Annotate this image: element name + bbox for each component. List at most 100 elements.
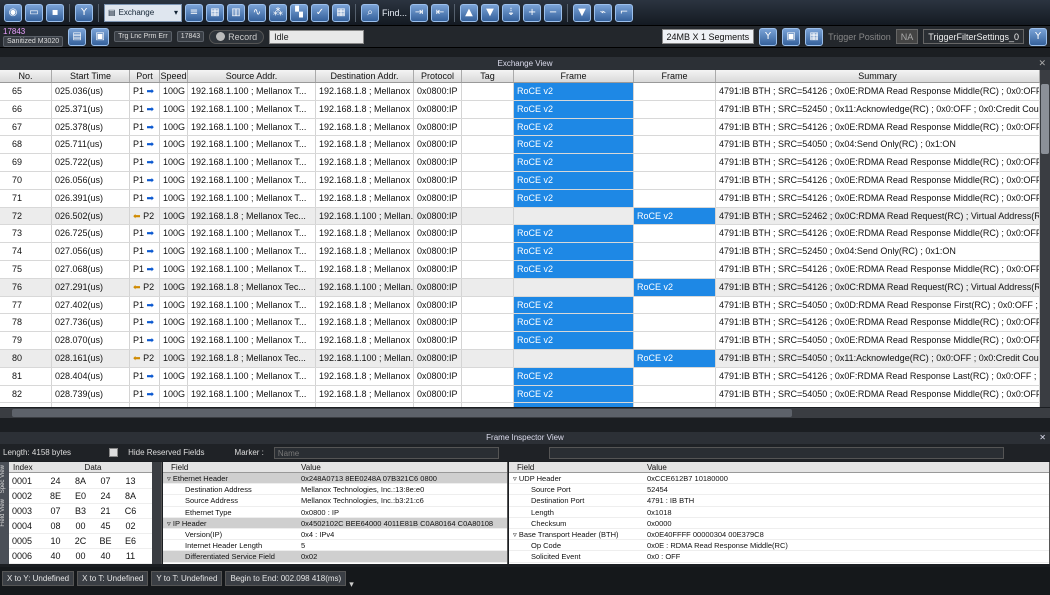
hex-byte[interactable]: 10 xyxy=(43,534,68,548)
field-row[interactable]: Destination Address Mellanox Technologies… xyxy=(163,484,507,496)
column-header[interactable]: Summary xyxy=(716,70,1040,82)
column-header[interactable]: Port xyxy=(130,70,160,82)
field-row[interactable]: ▿ Base Transport Header (BTH) 0x0E40FFFF … xyxy=(509,529,1049,541)
field-row[interactable]: Op Code 0x0E : RDMA Read Response Middle(… xyxy=(509,540,1049,552)
find-next-icon[interactable]: ⇥ xyxy=(410,3,429,22)
trigger-position-field[interactable]: NA xyxy=(895,29,919,44)
exchange-vertical-scrollbar[interactable] xyxy=(1040,70,1050,407)
hex-row[interactable]: 0004 08 00 45 02 xyxy=(9,519,152,534)
table-row[interactable]: 72 026.502(us) ⬅ P2 100G 192.168.1.8 ; Mella… xyxy=(0,207,1040,226)
hex-row[interactable]: 0005 10 2C BE E6 xyxy=(9,534,152,549)
exchange-view-icon[interactable]: ≡ xyxy=(185,3,203,22)
find-prev-icon[interactable]: ⇤ xyxy=(431,3,450,22)
scroll-thumb[interactable] xyxy=(1041,84,1049,154)
segment-grid-icon[interactable]: ▦ xyxy=(805,27,824,46)
trigger-settings-icon[interactable]: ⌐ xyxy=(615,3,634,22)
table-row[interactable]: 74 027.056(us) P1 ➡ 100G 192.168.1.100 ; Mel… xyxy=(0,243,1040,261)
table-row[interactable]: 81 028.404(us) P1 ➡ 100G 192.168.1.100 ; Mel… xyxy=(0,367,1040,386)
graph-view-icon[interactable]: ∿ xyxy=(248,3,266,22)
close-icon[interactable]: ✕ xyxy=(1039,432,1046,444)
open-folder-icon[interactable]: ▭ xyxy=(25,3,43,22)
waveform-view-icon[interactable]: ▦ xyxy=(206,3,224,22)
table-row[interactable]: 71 026.391(us) P1 ➡ 100G 192.168.1.100 ; Mel… xyxy=(0,189,1040,208)
column-header[interactable]: Source Addr. xyxy=(188,70,316,82)
hex-row[interactable]: 0006 40 00 40 11 xyxy=(9,549,152,564)
bookmark-down-icon[interactable]: ▼ xyxy=(481,3,500,22)
filter-icon[interactable]: ▼ xyxy=(573,3,592,22)
status-item[interactable]: Begin to End: 002.098 418(ms) xyxy=(225,571,347,586)
trigger-filter-icon[interactable]: Y xyxy=(1029,27,1047,46)
hex-byte[interactable]: 11 xyxy=(118,549,143,563)
table-row[interactable]: 79 028.070(us) P1 ➡ 100G 192.168.1.100 ; Mel… xyxy=(0,332,1040,350)
save-icon[interactable]: ▪ xyxy=(46,3,64,22)
hex-byte[interactable]: 02 xyxy=(118,519,143,533)
field-row[interactable]: Length 0x1018 xyxy=(509,507,1049,518)
table-row[interactable]: 77 027.402(us) P1 ➡ 100G 192.168.1.100 ; Mel… xyxy=(0,296,1040,315)
hex-byte[interactable]: 07 xyxy=(93,474,118,488)
field-row[interactable]: Solicited Event 0x0 : OFF xyxy=(509,551,1049,563)
field-row[interactable]: ▿ UDP Header 0xCCE612B7 10180000 xyxy=(509,473,1049,485)
checklist-icon[interactable]: ✓ xyxy=(311,3,329,22)
trigger-filter-settings[interactable]: TriggerFilterSettings_0 xyxy=(923,29,1024,44)
table-icon[interactable]: ▦ xyxy=(332,3,350,22)
status-item[interactable]: X to Y: Undefined xyxy=(2,571,75,586)
layout-icon[interactable]: ▣ xyxy=(91,27,110,46)
chevron-down-icon[interactable]: ▾ xyxy=(349,579,354,590)
filter-tools-icon[interactable]: Y xyxy=(75,3,93,22)
field-row[interactable]: Version(IP) 0x4 : IPv4 xyxy=(163,529,507,541)
table-row[interactable]: 83029.073(us)P1 ➡100G192.168.1.100 ; Mel… xyxy=(0,403,1040,407)
hex-byte[interactable]: 2C xyxy=(68,534,93,548)
table-row[interactable]: 82 028.739(us) P1 ➡ 100G 192.168.1.100 ; Mel… xyxy=(0,385,1040,404)
close-icon[interactable]: ✕ xyxy=(1038,57,1046,70)
table-row[interactable]: 68 025.711(us) P1 ➡ 100G 192.168.1.100 ; Mel… xyxy=(0,136,1040,155)
column-header[interactable]: Frame xyxy=(514,70,634,82)
table-row[interactable]: 70 026.056(us) P1 ➡ 100G 192.168.1.100 ; Mel… xyxy=(0,171,1040,190)
hex-row[interactable]: 0001 24 8A 07 13 xyxy=(9,474,152,489)
hex-scrollbar[interactable] xyxy=(152,462,161,564)
hex-byte[interactable]: C6 xyxy=(118,504,143,518)
scroll-thumb[interactable] xyxy=(12,409,792,417)
hex-byte[interactable]: 8A xyxy=(68,474,93,488)
statistics-icon[interactable]: ▚ xyxy=(290,3,308,22)
segments-selector[interactable]: 24MB X 1 Segments xyxy=(661,29,755,44)
hex-byte[interactable]: E6 xyxy=(118,534,143,548)
hex-byte[interactable]: 08 xyxy=(43,519,68,533)
field-row[interactable]: Destination Port 4791 : IB BTH xyxy=(509,495,1049,507)
hex-byte[interactable]: 8A xyxy=(118,489,143,503)
column-header[interactable]: Start Time xyxy=(52,70,130,82)
hex-byte[interactable]: 00 xyxy=(68,519,93,533)
field-row[interactable]: Source Port 52454 xyxy=(509,484,1049,496)
segment-filter-icon[interactable]: Y xyxy=(759,27,778,46)
hex-byte[interactable]: E0 xyxy=(68,489,93,503)
table-row[interactable]: 73 026.725(us) P1 ➡ 100G 192.168.1.100 ; Mel… xyxy=(0,225,1040,244)
table-row[interactable]: 78 027.736(us) P1 ➡ 100G 192.168.1.100 ; Mel… xyxy=(0,314,1040,333)
hex-byte[interactable]: 40 xyxy=(93,549,118,563)
field-row[interactable]: ▿ Ethernet Header 0x248A0713 8EE0248A 07B… xyxy=(163,473,507,485)
topology-icon[interactable]: ⁂ xyxy=(269,3,287,22)
hex-byte[interactable]: 00 xyxy=(68,549,93,563)
app-menu-icon[interactable]: ◉ xyxy=(4,3,22,22)
field-row[interactable]: ▿ IP Header 0x4502102C BEE64000 4011E81B … xyxy=(163,517,507,529)
trigger-icon[interactable]: ⌁ xyxy=(594,3,613,22)
field-row[interactable]: Checksum 0x0000 xyxy=(509,518,1049,529)
column-header[interactable]: Protocol xyxy=(414,70,462,82)
hex-byte[interactable]: 13 xyxy=(118,474,143,488)
hex-byte[interactable]: 07 xyxy=(43,504,68,518)
list-view-icon[interactable]: ▥ xyxy=(227,3,245,22)
segment-view-icon[interactable]: ▣ xyxy=(782,27,801,46)
column-header[interactable]: No. xyxy=(0,70,52,82)
table-row[interactable]: 80 028.161(us) ⬅ P2 100G 192.168.1.8 ; Mella… xyxy=(0,349,1040,368)
hex-row[interactable]: 0002 8E E0 24 8A xyxy=(9,489,152,504)
table-row[interactable]: 65 025.036(us) P1 ➡ 100G 192.168.1.100 ; Mel… xyxy=(0,83,1040,101)
gpu-icon[interactable]: ▤ xyxy=(68,27,87,46)
marker-name-input[interactable]: Name xyxy=(273,446,499,459)
column-header[interactable]: Speed xyxy=(160,70,188,82)
field-row[interactable]: Source Address Mellanox Technologies, Inc… xyxy=(163,495,507,507)
column-header[interactable]: Destination Addr. xyxy=(316,70,414,82)
hex-byte[interactable]: 8E xyxy=(43,489,68,503)
hex-byte[interactable]: 24 xyxy=(43,474,68,488)
bookmark-up-icon[interactable]: ▲ xyxy=(460,3,479,22)
hex-byte[interactable]: BE xyxy=(93,534,118,548)
zoom-out-icon[interactable]: − xyxy=(544,3,563,22)
table-row[interactable]: 76 027.291(us) ⬅ P2 100G 192.168.1.8 ; Mella… xyxy=(0,278,1040,297)
